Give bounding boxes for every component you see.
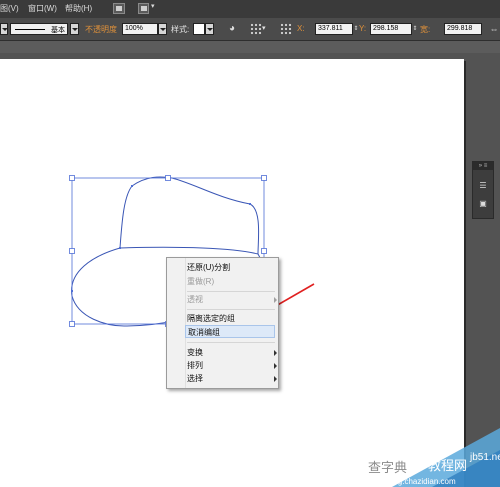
menu-separator [187,291,275,292]
menu-item-undo-divide[interactable]: 还原(U)分割 [187,261,275,274]
submenu-arrow-icon [274,363,277,369]
menu-item-label: 重做(R) [187,277,215,286]
menu-item-label: 变换 [187,348,203,357]
menu-separator [187,309,275,310]
menu-item-ungroup[interactable]: 取消编组 [185,325,275,338]
hat-crown-path[interactable] [119,176,260,255]
menu-item-label: 还原(U)分割 [187,263,231,272]
menu-item-label: 取消编组 [188,328,220,337]
menu-item-label: 排列 [187,361,203,370]
context-menu: 还原(U)分割 重做(R) 透视 隔离选定的组 取消编组 变换 排列 选择 [166,257,279,389]
menu-item-isolate-group[interactable]: 隔离选定的组 [187,312,275,325]
menu-item-transform[interactable]: 变换 [187,346,277,359]
menu-item-arrange[interactable]: 排列 [187,359,277,372]
watermark: jb51.net 教程网 查字典 jiaocheng.chazidian.com [362,420,500,487]
menu-separator [187,342,275,343]
watermark-tutorial: 教程网 [428,458,467,473]
watermark-graphic: jb51.net 教程网 查字典 jiaocheng.chazidian.com [367,428,500,487]
menu-item-label: 隔离选定的组 [187,314,235,323]
submenu-arrow-icon [274,297,277,303]
menu-item-label: 选择 [187,374,203,383]
menu-item-redo[interactable]: 重做(R) [187,275,275,288]
submenu-arrow-icon [274,376,277,382]
menu-item-label: 透视 [187,295,203,304]
menu-icon-gutter [167,258,186,388]
watermark-site: jb51.net [469,452,500,463]
submenu-arrow-icon [274,350,277,356]
menu-item-perspective[interactable]: 透视 [187,293,277,306]
menu-item-select[interactable]: 选择 [187,372,277,385]
watermark-url: jiaocheng.chazidian.com [367,477,456,486]
artwork-layer [69,175,315,331]
watermark-brand: 查字典 [368,460,407,475]
